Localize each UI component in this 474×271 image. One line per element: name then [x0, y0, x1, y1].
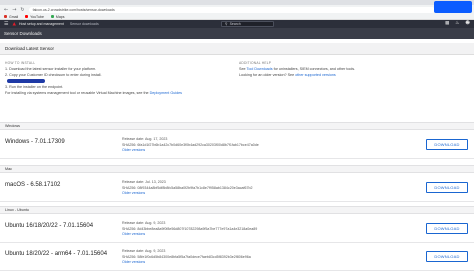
sensor-name: macOS - 6.58.17102: [5, 182, 61, 188]
bookmark-label: YouTube: [30, 14, 44, 19]
app-nav: ☰ ▲ Host setup and management Sensor dow…: [0, 20, 474, 28]
section-windows: Windows: [0, 122, 474, 130]
bookmark-label: Gmail: [9, 14, 19, 19]
sensor-row-ubuntu: Ubuntu 16/18/20/22 - 7.01.15604 Release …: [0, 215, 474, 243]
older-versions-link[interactable]: Older versions: [122, 232, 412, 238]
older-versions-link[interactable]: Older versions: [122, 260, 412, 266]
nav-page[interactable]: Sensor downloads: [70, 22, 99, 26]
download-button[interactable]: DOWNLOAD: [426, 139, 468, 150]
section-mac: Mac: [0, 165, 474, 173]
download-panel-title: Download Latest Sensor: [5, 46, 55, 51]
gift-icon[interactable]: ▩: [445, 21, 449, 26]
browser-toolbar: ← → ↻ falcon.us-2.crowdstrike.com/hosts/…: [0, 5, 474, 14]
download-button[interactable]: DOWNLOAD: [426, 251, 468, 262]
bookmark-gmail[interactable]: Gmail: [4, 15, 18, 19]
youtube-icon: [25, 15, 29, 18]
address-bar-url: falcon.us-2.crowdstrike.com/hosts/sensor…: [32, 7, 115, 12]
address-bar[interactable]: falcon.us-2.crowdstrike.com/hosts/sensor…: [28, 6, 436, 13]
download-button[interactable]: DOWNLOAD: [426, 182, 468, 193]
section-label: Linux - Ubuntu: [5, 208, 29, 212]
sensor-meta: Release date: Aug. 9, 2023 SHA256: 58fe1…: [122, 249, 412, 266]
older-versions-link[interactable]: Older versions: [122, 191, 412, 197]
app-nav-actions: ▩ ♨ ☻: [445, 21, 470, 26]
sensor-meta: Release date: Jul. 13, 2023 SHA256: 08f9…: [122, 180, 412, 197]
search-placeholder: Search: [229, 22, 241, 26]
user-icon[interactable]: ☻: [465, 21, 470, 26]
app-search-input[interactable]: ⚲ Search: [221, 21, 274, 27]
profile-button[interactable]: [434, 1, 472, 13]
how-to-install: HOW TO INSTALL 1. Download the latest se…: [5, 61, 235, 96]
additional-help-older: Looking for an older version? See other …: [239, 72, 469, 78]
supported-versions-link[interactable]: other supported versions: [295, 73, 336, 77]
additional-prefix: See: [239, 67, 246, 71]
install-note-text: For installing via systems management to…: [5, 91, 149, 95]
nav-section[interactable]: Host setup and management: [19, 22, 64, 26]
additional-help: ADDITIONAL HELP See Tool Downloads for u…: [239, 61, 469, 78]
sensor-name: Windows - 7.01.17309: [5, 139, 65, 145]
sensor-meta: Release date: Aug. 9, 2023 SHA256: 8d43b…: [122, 221, 412, 238]
bookmark-youtube[interactable]: YouTube: [25, 15, 44, 19]
bookmark-label: Maps: [55, 14, 65, 19]
sensor-row-ubuntu-arm64: Ubuntu 18/20/22 - arm64 - 7.01.15604 Rel…: [0, 243, 474, 271]
sensor-row-mac: macOS - 6.58.17102 Release date: Jul. 13…: [0, 174, 474, 202]
arrow-left-icon[interactable]: ←: [4, 7, 8, 13]
sensor-name: Ubuntu 18/20/22 - arm64 - 7.01.15604: [5, 251, 108, 257]
falcon-logo-icon[interactable]: ▲: [12, 22, 15, 27]
redacted-customer-id: [7, 79, 45, 84]
deployment-guides-link[interactable]: Deployment Guides: [150, 91, 182, 95]
sensor-meta: Release date: Aug. 17, 2023 SHA256: 6fa1…: [122, 137, 412, 154]
section-label: Windows: [5, 124, 20, 128]
install-step-2-text: 2. Copy your Customer ID checksum to ent…: [5, 73, 102, 77]
reload-icon[interactable]: ↻: [20, 7, 24, 13]
download-panel-header: Download Latest Sensor: [0, 43, 474, 55]
hamburger-menu-icon[interactable]: ☰: [4, 21, 8, 27]
maps-icon: [50, 15, 54, 18]
sensor-name: Ubuntu 16/18/20/22 - 7.01.15604: [5, 223, 94, 229]
arrow-right-icon[interactable]: →: [12, 7, 16, 13]
page-title: Sensor Downloads: [4, 31, 42, 36]
download-button[interactable]: DOWNLOAD: [426, 223, 468, 234]
bookmark-maps[interactable]: Maps: [50, 14, 65, 19]
tool-downloads-link[interactable]: Tool Downloads: [247, 67, 273, 71]
search-icon: ⚲: [225, 22, 228, 26]
section-linux-ubuntu: Linux - Ubuntu: [0, 206, 474, 214]
page-title-bar: Sensor Downloads: [0, 28, 474, 39]
older-prefix: Looking for an older version? See: [239, 73, 295, 77]
gmail-icon: [4, 15, 7, 18]
section-label: Mac: [5, 167, 12, 171]
bell-icon[interactable]: ♨: [455, 21, 459, 26]
install-note: For installing via systems management to…: [5, 90, 235, 96]
sensor-row-windows: Windows - 7.01.17309 Release date: Aug. …: [0, 131, 474, 159]
additional-suffix: for uninstallers, SIEM connectors, and o…: [273, 67, 356, 71]
older-versions-link[interactable]: Older versions: [122, 148, 412, 154]
